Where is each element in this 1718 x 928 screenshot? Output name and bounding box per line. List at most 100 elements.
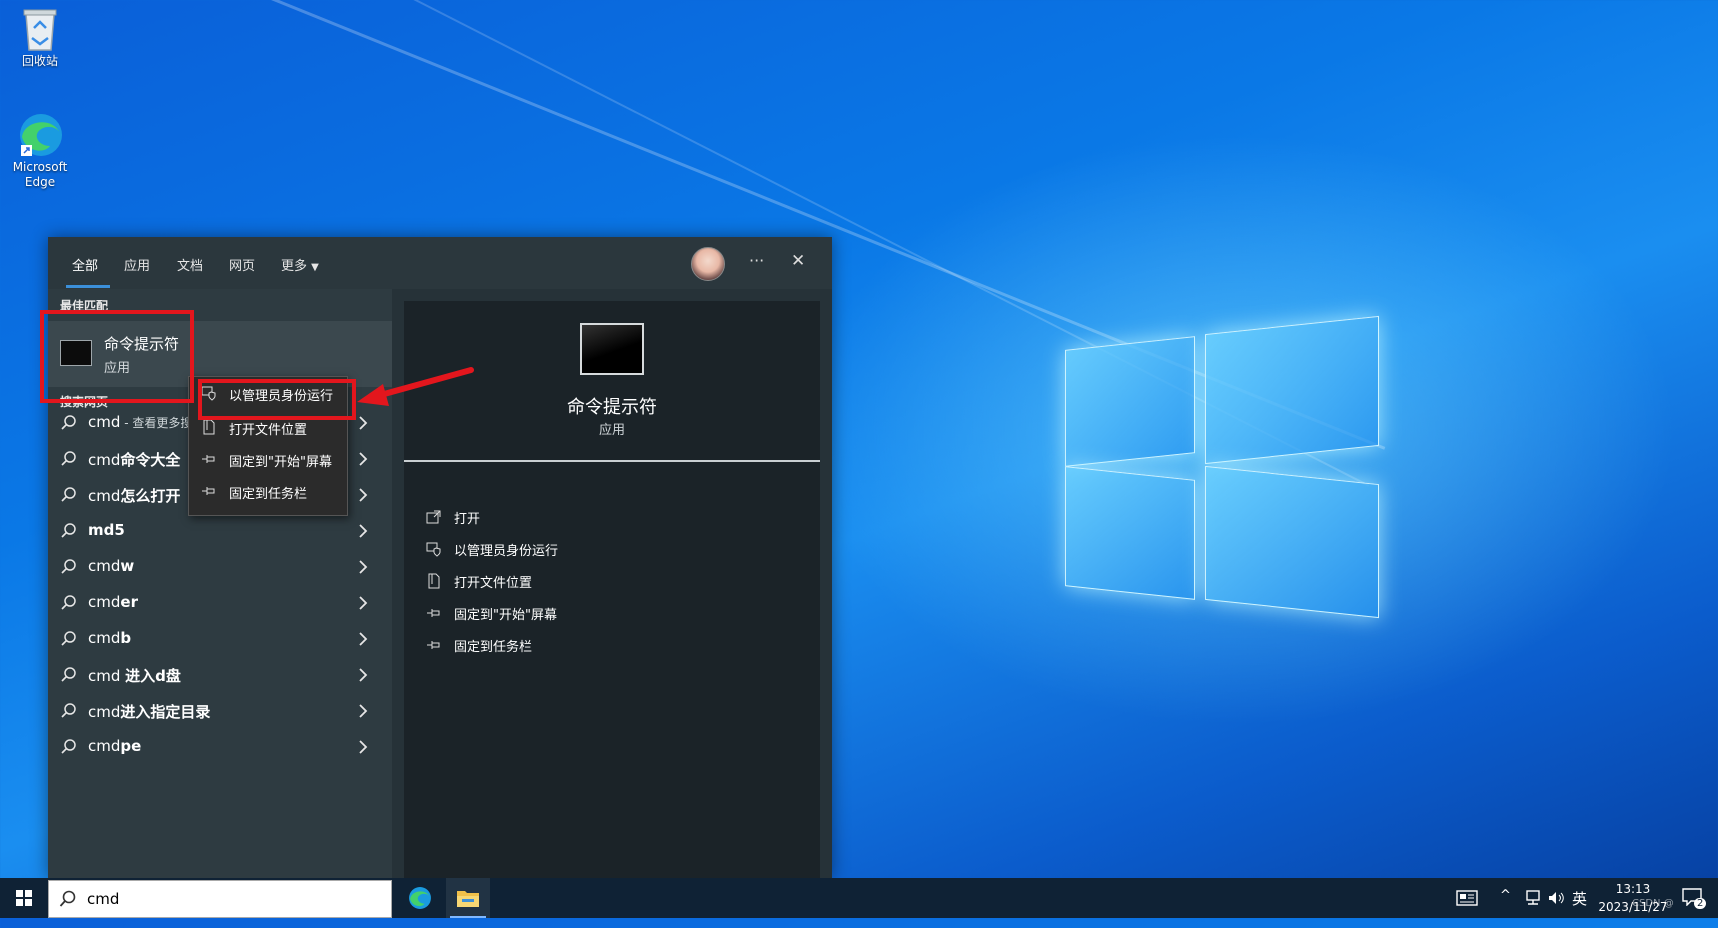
chevron-right-icon <box>359 668 368 682</box>
detail-actions: 打开 以管理员身份运行 打开文件位置 固定到"开始"屏幕 固定到任务栏 <box>426 501 558 661</box>
search-icon <box>59 890 76 907</box>
action-run-as-admin[interactable]: 以管理员身份运行 <box>426 533 558 565</box>
ctx-pin-to-start[interactable]: 固定到"开始"屏幕 <box>189 443 347 475</box>
file-location-icon <box>203 419 215 435</box>
action-label: 打开文件位置 <box>454 575 533 591</box>
windows-logo-wallpaper <box>1065 315 1380 645</box>
web-result-label: cmder <box>88 593 138 611</box>
action-label: 打开 <box>454 511 481 527</box>
desktop-icon-label: Microsoft <box>12 160 68 174</box>
tab-web[interactable]: 网页 <box>229 255 255 274</box>
web-result-item[interactable]: cmd进入指定目录 <box>48 693 392 729</box>
ctx-pin-to-taskbar[interactable]: 固定到任务栏 <box>189 475 347 507</box>
search-icon <box>61 523 76 538</box>
annotation-arrow-icon <box>357 367 474 406</box>
search-icon <box>61 667 76 682</box>
action-label: 固定到任务栏 <box>454 639 533 655</box>
pin-icon <box>202 487 215 495</box>
web-result-query: cmd <box>88 557 121 575</box>
volume-icon[interactable] <box>1548 890 1566 906</box>
open-icon <box>426 510 441 524</box>
web-result-label: cmd命令大全 <box>88 449 180 470</box>
chevron-right-icon <box>359 416 368 430</box>
web-result-label: cmd怎么打开 <box>88 485 180 506</box>
web-result-item[interactable]: md5 <box>48 513 392 549</box>
annotation-box-best-match <box>40 310 194 403</box>
search-icon <box>61 595 76 610</box>
chevron-right-icon <box>359 740 368 754</box>
more-options-button[interactable]: ··· <box>749 251 764 270</box>
web-result-completion: 命令大全 <box>120 451 181 469</box>
windows-start-icon <box>16 890 32 906</box>
action-pin-to-start[interactable]: 固定到"开始"屏幕 <box>426 597 558 629</box>
web-result-item[interactable]: cmd 进入d盘 <box>48 657 392 693</box>
search-icon <box>61 451 76 466</box>
chevron-right-icon <box>359 488 368 502</box>
start-button[interactable] <box>0 878 48 918</box>
network-icon[interactable] <box>1524 890 1542 906</box>
web-result-item[interactable]: cmdb <box>48 621 392 657</box>
search-input[interactable]: cmd <box>87 890 119 908</box>
user-avatar[interactable] <box>691 247 725 281</box>
news-interests-icon[interactable] <box>1456 890 1478 906</box>
taskbar-edge-button[interactable] <box>400 878 440 918</box>
ctx-label: 固定到"开始"屏幕 <box>229 455 332 470</box>
web-result-completion: er <box>120 593 138 611</box>
desktop-icon-label: Edge <box>24 175 56 189</box>
taskbar-search-box[interactable]: cmd <box>48 880 392 918</box>
chevron-right-icon <box>359 452 368 466</box>
web-result-query: cmd <box>88 629 121 647</box>
web-result-label: cmd进入指定目录 <box>88 701 210 722</box>
web-result-completion: w <box>120 557 135 575</box>
web-result-completion: 进入d盘 <box>125 667 181 685</box>
tab-all[interactable]: 全部 <box>72 255 98 274</box>
notification-count-badge: 2 <box>1694 898 1707 909</box>
search-icon <box>61 631 76 646</box>
chevron-right-icon <box>359 596 368 610</box>
active-tab-indicator <box>66 285 110 288</box>
web-result-query: cmd <box>88 413 121 431</box>
taskbar: cmd ^ 英 13:13 2023/11/27 CSDN @ 2 <box>0 878 1718 918</box>
web-result-item[interactable]: cmder <box>48 585 392 621</box>
taskbar-file-explorer-button[interactable] <box>446 878 490 918</box>
action-pin-to-taskbar[interactable]: 固定到任务栏 <box>426 629 558 661</box>
pin-icon <box>427 641 440 649</box>
pin-icon <box>427 609 440 617</box>
web-result-item[interactable]: cmdw <box>48 549 392 585</box>
close-button[interactable]: ✕ <box>791 251 805 271</box>
chevron-up-icon[interactable]: ^ <box>1500 888 1511 928</box>
web-result-completion: md5 <box>88 521 125 539</box>
tab-more[interactable]: 更多 ▼ <box>281 255 319 274</box>
web-result-query: cmd <box>88 703 121 721</box>
desktop-icon-recycle-bin[interactable]: 回收站 <box>0 6 80 69</box>
search-icon <box>61 703 76 718</box>
notification-center-button[interactable]: 2 <box>1676 878 1712 918</box>
desktop-icon-label: 回收站 <box>21 54 58 68</box>
edge-icon <box>18 112 62 156</box>
shield-icon <box>426 542 441 557</box>
detail-subtitle: 应用 <box>598 423 625 438</box>
web-result-label: cmdw <box>88 557 134 575</box>
action-open-file-location[interactable]: 打开文件位置 <box>426 565 558 597</box>
tab-apps[interactable]: 应用 <box>124 255 150 274</box>
chevron-right-icon <box>359 524 368 538</box>
ctx-label: 打开文件位置 <box>229 423 308 438</box>
desktop-icon-edge[interactable]: Microsoft Edge <box>0 112 80 190</box>
edge-icon <box>409 887 431 909</box>
search-icon <box>61 415 76 430</box>
cmd-large-icon <box>580 323 644 375</box>
web-result-query: cmd <box>88 593 121 611</box>
pin-icon <box>202 455 215 463</box>
web-result-item[interactable]: cmdpe <box>48 729 392 765</box>
web-result-completion: b <box>120 629 132 647</box>
search-icon <box>61 739 76 754</box>
file-location-icon <box>428 573 440 589</box>
action-open[interactable]: 打开 <box>426 501 558 533</box>
tab-documents[interactable]: 文档 <box>177 255 203 274</box>
web-result-label: cmdb <box>88 629 131 647</box>
ime-indicator[interactable]: 英 <box>1572 888 1587 928</box>
clock-time: 13:13 <box>1615 882 1651 896</box>
folder-icon <box>457 891 479 907</box>
chevron-right-icon <box>359 704 368 718</box>
action-label: 固定到"开始"屏幕 <box>454 607 557 623</box>
